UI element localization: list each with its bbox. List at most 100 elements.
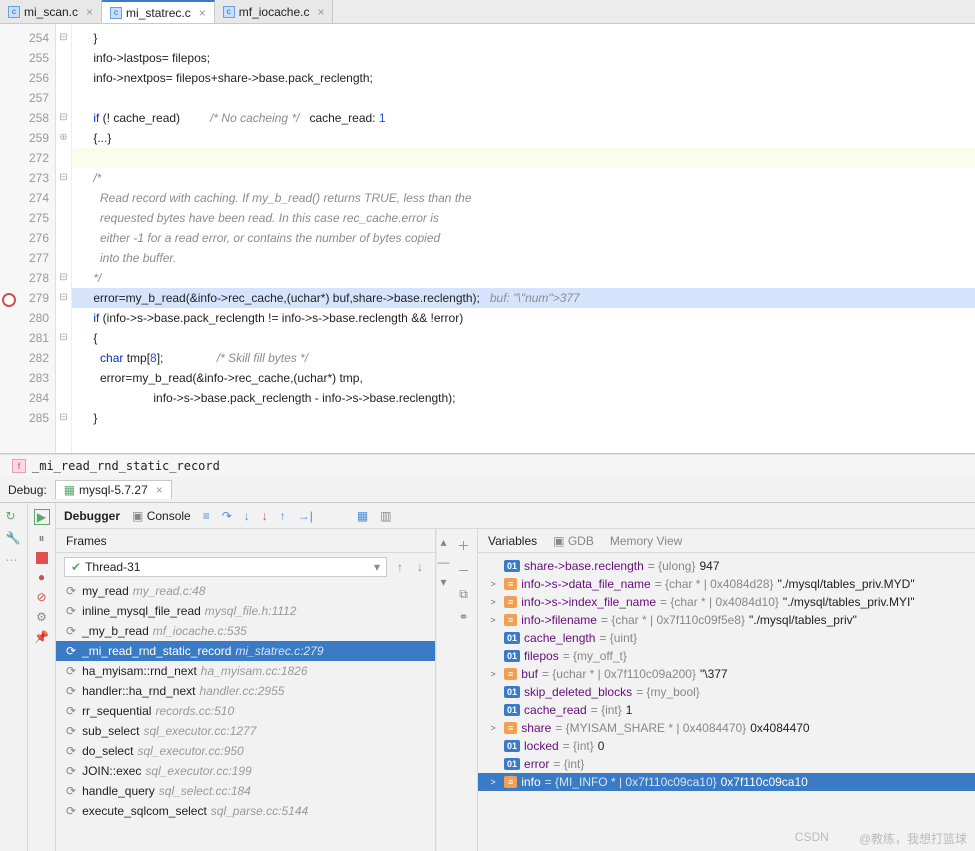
- resume-icon[interactable]: ▶: [34, 509, 50, 525]
- evaluate-icon[interactable]: ▦: [357, 509, 368, 523]
- step-over-icon[interactable]: ↷: [222, 509, 232, 523]
- expand-icon[interactable]: >: [486, 615, 500, 625]
- frame-icon: [66, 804, 78, 818]
- close-icon[interactable]: ×: [152, 483, 163, 497]
- var-type-badge: 01: [504, 650, 520, 662]
- stack-frame[interactable]: my_read my_read.c:48: [56, 581, 435, 601]
- variable-row[interactable]: >≡ buf = {uchar * | 0x7f110c09a200} "\37…: [478, 665, 975, 683]
- debug-header: Debug: ▦ mysql-5.7.27 ×: [0, 477, 975, 503]
- var-type: = {char * | 0x7f110c09f5e8}: [601, 613, 745, 627]
- variable-row[interactable]: >≡ info->s->data_file_name = {char * | 0…: [478, 575, 975, 593]
- stack-frame[interactable]: _my_b_read mf_iocache.c:535: [56, 621, 435, 641]
- frame-function: my_read: [82, 584, 129, 598]
- stack-frame[interactable]: handler::ha_rnd_next handler.cc:2955: [56, 681, 435, 701]
- var-type: = {MYISAM_SHARE * | 0x4084470}: [555, 721, 746, 735]
- var-type: = {ulong}: [648, 559, 696, 573]
- add-watch-icon[interactable]: ＋: [457, 537, 469, 554]
- copy-icon[interactable]: ⧉: [459, 587, 468, 602]
- variable-row[interactable]: 01 cache_length = {uint}: [478, 629, 975, 647]
- stack-frame[interactable]: ha_myisam::rnd_next ha_myisam.cc:1826: [56, 661, 435, 681]
- var-name: error: [524, 757, 549, 771]
- var-type-badge: 01: [504, 758, 520, 770]
- show-exec-point-icon[interactable]: ≡: [203, 509, 210, 523]
- var-type-badge: 01: [504, 704, 520, 716]
- step-out-icon[interactable]: ↑: [280, 509, 286, 523]
- run-to-cursor-icon[interactable]: →|: [298, 509, 313, 523]
- variable-row[interactable]: 01 filepos = {my_off_t}: [478, 647, 975, 665]
- variable-row[interactable]: >≡ share = {MYISAM_SHARE * | 0x4084470} …: [478, 719, 975, 737]
- stack-frame[interactable]: JOIN::exec sql_executor.cc:199: [56, 761, 435, 781]
- tab-console[interactable]: ▣ Console: [132, 509, 191, 523]
- force-step-into-icon[interactable]: ↓: [262, 509, 268, 523]
- link-icon[interactable]: ⚭: [458, 610, 468, 624]
- next-frame-icon[interactable]: ↓: [413, 560, 427, 574]
- stack-frame[interactable]: handle_query sql_select.cc:184: [56, 781, 435, 801]
- frame-icon: [66, 624, 78, 638]
- pause-icon[interactable]: ⏸: [38, 531, 44, 546]
- var-type: = {int}: [563, 739, 594, 753]
- variable-row[interactable]: >≡ info->s->index_file_name = {char * | …: [478, 593, 975, 611]
- variable-row[interactable]: 01 error = {int}: [478, 755, 975, 773]
- expand-icon[interactable]: >: [486, 723, 500, 733]
- var-type-badge: 01: [504, 740, 520, 752]
- stack-list[interactable]: my_read my_read.c:48inline_mysql_file_re…: [56, 581, 435, 851]
- code-area[interactable]: } info->lastpos= filepos; info->nextpos=…: [72, 24, 975, 453]
- var-type: = {MI_INFO * | 0x7f110c09ca10}: [545, 775, 717, 789]
- fold-column[interactable]: ⊟⊟⊕⊟⊟⊟⊟⊟: [56, 24, 72, 453]
- stop-icon[interactable]: [36, 552, 48, 564]
- layout-icon[interactable]: ▥: [380, 509, 391, 523]
- var-name: skip_deleted_blocks: [524, 685, 632, 699]
- close-icon[interactable]: ×: [195, 6, 206, 20]
- variables-list[interactable]: 01 share->base.reclength = {ulong} 947>≡…: [478, 553, 975, 851]
- tab-gdb[interactable]: ▣ GDB: [553, 534, 594, 548]
- settings-icon[interactable]: ⚙: [36, 610, 47, 624]
- more-icon[interactable]: ⋯: [6, 553, 22, 569]
- variable-row[interactable]: 01 cache_read = {int} 1: [478, 701, 975, 719]
- prev-frame-icon[interactable]: ↑: [393, 560, 407, 574]
- frames-scrollbar[interactable]: ▴—▾: [436, 529, 450, 851]
- pin-icon[interactable]: 📌: [34, 630, 49, 644]
- stack-frame[interactable]: sub_select sql_executor.cc:1277: [56, 721, 435, 741]
- frame-function: handle_query: [82, 784, 155, 798]
- remove-watch-icon[interactable]: －: [457, 562, 469, 579]
- file-tab[interactable]: cmi_scan.c×: [0, 0, 102, 23]
- thread-selector[interactable]: ✔ Thread-31 ▾: [64, 557, 387, 577]
- expand-icon[interactable]: >: [486, 777, 500, 787]
- expand-icon[interactable]: >: [486, 669, 500, 679]
- rerun-icon[interactable]: ↻: [6, 509, 22, 525]
- wrench-icon[interactable]: 🔧: [6, 531, 22, 547]
- expand-icon[interactable]: >: [486, 579, 500, 589]
- variable-row[interactable]: 01 skip_deleted_blocks = {my_bool}: [478, 683, 975, 701]
- code-editor[interactable]: 2542552562572582592722732742752762772782…: [0, 24, 975, 454]
- frame-location: sql_parse.cc:5144: [211, 804, 308, 818]
- tab-debugger[interactable]: Debugger: [64, 509, 120, 523]
- stack-frame[interactable]: inline_mysql_file_read mysql_file.h:1112: [56, 601, 435, 621]
- stack-frame[interactable]: do_select sql_executor.cc:950: [56, 741, 435, 761]
- tab-variables[interactable]: Variables: [488, 534, 537, 548]
- frame-function: execute_sqlcom_select: [82, 804, 207, 818]
- variable-row[interactable]: >≡ info = {MI_INFO * | 0x7f110c09ca10} 0…: [478, 773, 975, 791]
- frame-function: _mi_read_rnd_static_record: [82, 644, 231, 658]
- debug-config-tab[interactable]: ▦ mysql-5.7.27 ×: [55, 480, 172, 499]
- var-value: "./mysql/tables_priv": [749, 613, 857, 627]
- var-type-badge: ≡: [504, 668, 517, 680]
- variable-row[interactable]: >≡ info->filename = {char * | 0x7f110c09…: [478, 611, 975, 629]
- mute-breakpoints-icon[interactable]: ⊘: [36, 590, 46, 604]
- view-breakpoints-icon[interactable]: ●: [38, 570, 45, 584]
- expand-icon[interactable]: >: [486, 597, 500, 607]
- step-into-icon[interactable]: ↓: [244, 509, 250, 523]
- frame-icon: [66, 684, 78, 698]
- close-icon[interactable]: ×: [313, 5, 324, 19]
- stack-frame[interactable]: _mi_read_rnd_static_record mi_statrec.c:…: [56, 641, 435, 661]
- variable-row[interactable]: 01 locked = {int} 0: [478, 737, 975, 755]
- variable-row[interactable]: 01 share->base.reclength = {ulong} 947: [478, 557, 975, 575]
- stack-frame[interactable]: rr_sequential records.cc:510: [56, 701, 435, 721]
- var-type: = {char * | 0x4084d28}: [655, 577, 774, 591]
- file-tab[interactable]: cmf_iocache.c×: [215, 0, 334, 23]
- debug-toolbar: Debugger ▣ Console ≡ ↷ ↓ ↓ ↑ →| ▦ ▥: [56, 503, 975, 529]
- file-tab[interactable]: cmi_statrec.c×: [102, 0, 215, 23]
- frame-location: records.cc:510: [155, 704, 234, 718]
- stack-frame[interactable]: execute_sqlcom_select sql_parse.cc:5144: [56, 801, 435, 821]
- close-icon[interactable]: ×: [82, 5, 93, 19]
- tab-memory-view[interactable]: Memory View: [610, 534, 682, 548]
